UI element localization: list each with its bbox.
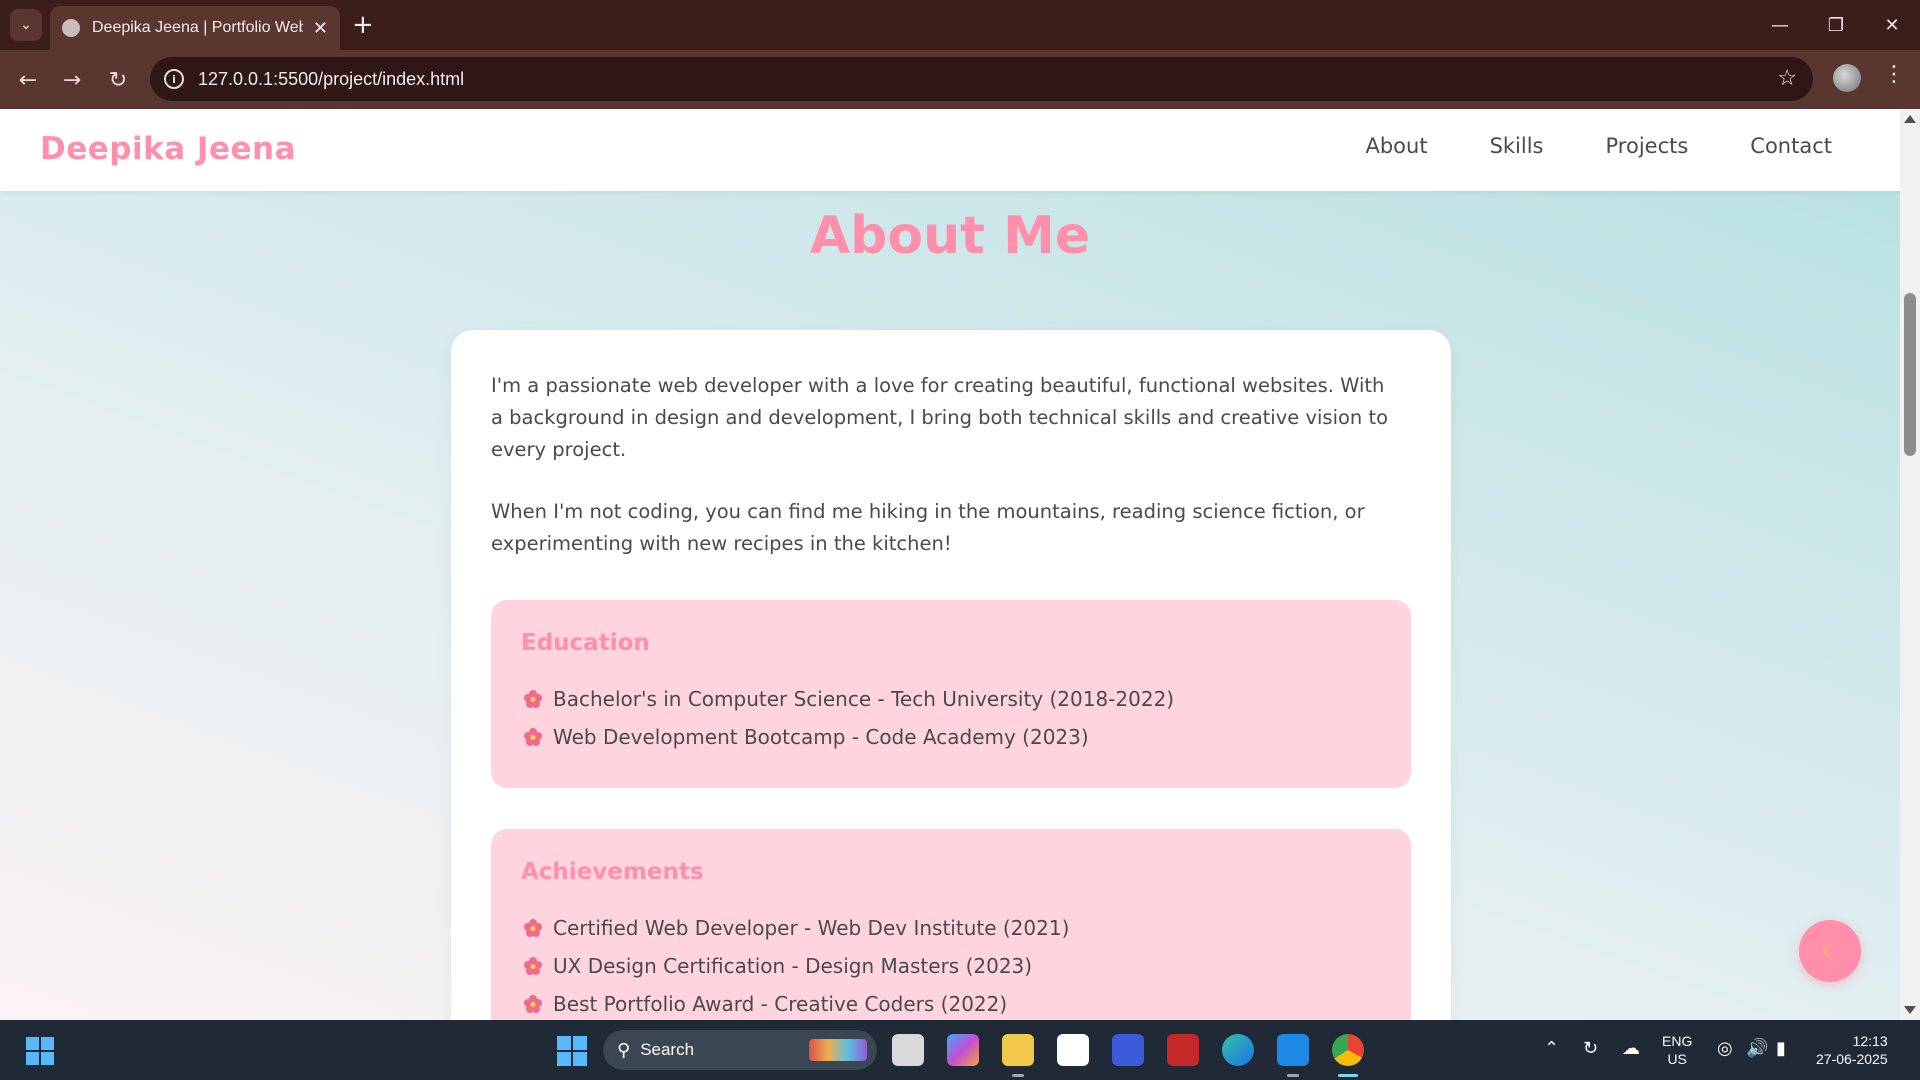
network-icon[interactable]: ◎ — [1717, 1038, 1733, 1059]
about-paragraph: I'm a passionate web developer with a lo… — [491, 374, 1389, 461]
list-item: Web Development Bootcamp - Code Academy … — [523, 718, 1174, 756]
site-header: Deepika Jeena About Skills Projects Cont… — [0, 109, 1900, 191]
chrome-icon[interactable] — [1332, 1034, 1364, 1066]
widgets-icon[interactable] — [26, 1037, 54, 1065]
education-box: Education Bachelor's in Computer Science… — [491, 600, 1411, 788]
chevron-down-icon: ⌄ — [20, 17, 32, 33]
nav-link-about[interactable]: About — [1365, 134, 1427, 158]
clock[interactable]: 12:13 27-06-2025 — [1816, 1020, 1888, 1080]
app-active-indicator — [1338, 1074, 1358, 1077]
nav-link-projects[interactable]: Projects — [1606, 134, 1689, 158]
volume-icon[interactable]: 🔊 — [1746, 1038, 1768, 1059]
chevron-up-icon[interactable]: ⌃ — [1544, 1038, 1559, 1059]
clock-time: 12:13 — [1852, 1033, 1888, 1049]
taskbar: ⚲ Search ⌃ ↻ ☁ ENG US ◎ 🔊 ▮ 12:13 27-06-… — [0, 1020, 1920, 1080]
taskbar-search-label: Search — [640, 1040, 695, 1059]
list-item: Bachelor's in Computer Science - Tech Un… — [523, 680, 1174, 718]
minimize-icon[interactable]: — — [1752, 0, 1808, 50]
theme-toggle-button[interactable]: ☾ — [1799, 920, 1861, 982]
windows-start-icon[interactable] — [557, 1036, 587, 1066]
education-list: Bachelor's in Computer Science - Tech Un… — [523, 680, 1174, 756]
mcafee-icon[interactable] — [1167, 1034, 1199, 1066]
vscode-icon[interactable] — [1277, 1034, 1309, 1066]
reload-icon[interactable]: ↻ — [102, 64, 134, 96]
clock-date: 27-06-2025 — [1816, 1051, 1888, 1067]
list-item: Best Portfolio Award - Creative Coders (… — [523, 985, 1069, 1020]
app-running-indicator — [1012, 1074, 1024, 1077]
site-nav: About Skills Projects Contact — [1365, 134, 1832, 158]
about-paragraph: When I'm not coding, you can find me hik… — [491, 500, 1365, 555]
language-indicator[interactable]: ENG US — [1662, 1020, 1692, 1080]
profile-avatar[interactable] — [1833, 64, 1861, 92]
browser-toolbar: ← → ↻ i 127.0.0.1:5500/project/index.htm… — [0, 50, 1920, 109]
list-item: UX Design Certification - Design Masters… — [523, 947, 1069, 985]
window-controls: — ❐ ✕ — [1752, 0, 1920, 50]
copilot-icon[interactable] — [947, 1034, 979, 1066]
list-item: Certified Web Developer - Web Dev Instit… — [523, 909, 1069, 947]
forward-arrow-icon[interactable]: → — [56, 64, 88, 96]
moon-icon: ☾ — [1821, 940, 1839, 962]
task-view-icon[interactable] — [892, 1034, 924, 1066]
achievements-box: Achievements Certified Web Developer - W… — [491, 829, 1411, 1020]
sync-icon[interactable]: ↻ — [1583, 1038, 1598, 1059]
scroll-down-icon[interactable] — [1904, 1006, 1916, 1014]
editor-app-icon[interactable] — [1112, 1034, 1144, 1066]
tab-title: Deepika Jeena | Portfolio Websi — [92, 19, 303, 36]
achievements-list: Certified Web Developer - Web Dev Instit… — [523, 909, 1069, 1020]
flower-icon — [524, 690, 542, 708]
search-icon: ⚲ — [617, 1039, 631, 1061]
achievement-item-text: UX Design Certification - Design Masters… — [553, 954, 1033, 978]
edge-browser-icon[interactable] — [1222, 1034, 1254, 1066]
window-close-icon[interactable]: ✕ — [1864, 0, 1920, 50]
section-title: About Me — [809, 206, 1091, 266]
scroll-up-icon[interactable] — [1904, 115, 1916, 123]
more-menu-icon[interactable]: ⋮ — [1883, 62, 1905, 87]
education-item-text: Web Development Bootcamp - Code Academy … — [553, 725, 1089, 749]
education-item-text: Bachelor's in Computer Science - Tech Un… — [553, 687, 1175, 711]
about-card: I'm a passionate web developer with a lo… — [451, 330, 1451, 1020]
flower-icon — [524, 728, 542, 746]
file-explorer-icon[interactable] — [1002, 1034, 1034, 1066]
browser-tab[interactable]: Deepika Jeena | Portfolio Websi ✕ — [50, 6, 340, 50]
achievement-item-text: Certified Web Developer - Web Dev Instit… — [553, 916, 1070, 940]
close-icon[interactable]: ✕ — [313, 18, 328, 39]
flower-icon — [524, 919, 542, 937]
tab-search-button[interactable]: ⌄ — [10, 9, 42, 41]
taskbar-search[interactable]: ⚲ Search — [603, 1030, 877, 1070]
info-icon[interactable]: i — [164, 69, 184, 89]
nav-link-skills[interactable]: Skills — [1490, 134, 1544, 158]
globe-icon — [62, 19, 80, 37]
page-viewport: Deepika Jeena About Skills Projects Cont… — [0, 109, 1900, 1020]
cloud-icon[interactable]: ☁ — [1622, 1038, 1640, 1059]
education-heading: Education — [521, 630, 650, 656]
back-arrow-icon[interactable]: ← — [12, 64, 44, 96]
app-running-indicator — [1287, 1074, 1299, 1077]
bookmark-star-icon[interactable]: ☆ — [1777, 66, 1797, 91]
browser-tab-strip: ⌄ Deepika Jeena | Portfolio Websi ✕ + — … — [0, 0, 1920, 50]
site-logo[interactable]: Deepika Jeena — [40, 131, 296, 167]
battery-icon[interactable]: ▮ — [1776, 1038, 1786, 1059]
achievements-heading: Achievements — [521, 859, 704, 885]
search-highlight-icon — [809, 1039, 867, 1061]
language-region: US — [1667, 1051, 1687, 1067]
flower-icon — [524, 957, 542, 975]
new-tab-button[interactable]: + — [352, 10, 374, 40]
flower-icon — [524, 995, 542, 1013]
restore-icon[interactable]: ❐ — [1808, 0, 1864, 50]
microsoft-store-icon[interactable] — [1057, 1034, 1089, 1066]
address-bar[interactable]: i 127.0.0.1:5500/project/index.html ☆ — [150, 57, 1813, 101]
page-scrollbar[interactable] — [1900, 109, 1920, 1020]
language-code: ENG — [1662, 1033, 1693, 1049]
scrollbar-thumb[interactable] — [1904, 293, 1916, 456]
nav-link-contact[interactable]: Contact — [1750, 134, 1832, 158]
achievement-item-text: Best Portfolio Award - Creative Coders (… — [553, 992, 1008, 1016]
url-text[interactable]: 127.0.0.1:5500/project/index.html — [198, 69, 464, 90]
